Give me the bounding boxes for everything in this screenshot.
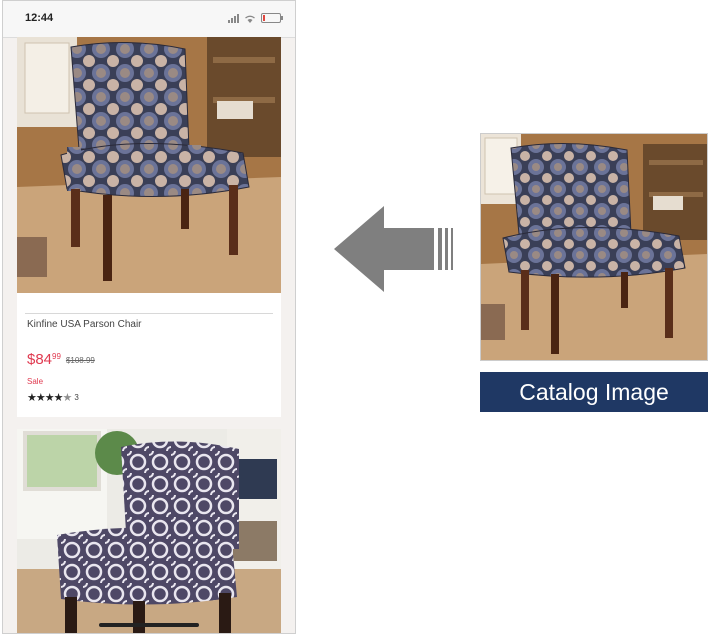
product-card[interactable]: Kinfine USA Parson Chair $84 99 $108.99 … — [17, 37, 281, 417]
review-count: 3 — [74, 393, 79, 402]
battery-icon — [261, 13, 283, 23]
phone-screen: 12:44 Kinfine USA Parson Chair $84 99 $1… — [2, 0, 296, 634]
signal-icon — [228, 13, 239, 23]
sale-badge: Sale — [27, 377, 44, 386]
wifi-icon — [245, 15, 255, 23]
product-image[interactable] — [17, 37, 281, 293]
status-time: 12:44 — [25, 12, 54, 24]
original-price: $108.99 — [65, 356, 95, 365]
catalog-image — [480, 133, 708, 361]
product-title[interactable]: Kinfine USA Parson Chair — [27, 319, 142, 330]
rating-row[interactable]: ★★★★★ 3 — [27, 391, 79, 404]
catalog-image-label: Catalog Image — [480, 372, 708, 412]
home-indicator[interactable] — [99, 623, 199, 627]
arrow-left-icon — [334, 206, 453, 292]
status-bar: 12:44 — [3, 1, 295, 38]
star-rating-icon: ★★★★★ — [27, 392, 72, 404]
divider — [25, 313, 273, 314]
price-row: $84 99 $108.99 — [27, 351, 95, 368]
second-product-image[interactable] — [17, 429, 281, 633]
sale-price-cents: 99 — [52, 352, 61, 361]
sale-price: $84 — [27, 351, 53, 368]
status-icons — [228, 13, 283, 23]
